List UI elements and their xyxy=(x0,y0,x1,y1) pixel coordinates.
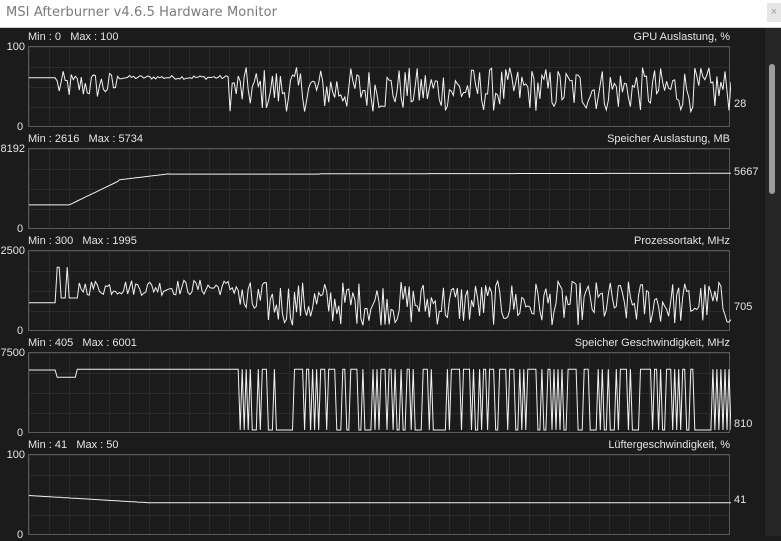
memory-clock-min: Min : 405 xyxy=(28,337,74,349)
memory-usage-title: Speicher Auslastung, MB xyxy=(607,133,730,145)
core-clock-max: Max : 1995 xyxy=(82,235,137,247)
core-clock-current: 705 xyxy=(734,301,753,313)
core-clock-ymax: 2500 xyxy=(0,245,25,257)
gpu-usage-graph-line xyxy=(29,67,731,114)
memory-usage-ymax: 8192 xyxy=(0,143,25,155)
fan-speed-plot xyxy=(28,454,731,535)
memory-usage-graph-line xyxy=(29,172,731,206)
fan-speed-ymax: 100 xyxy=(6,449,25,461)
graph-panel-core-clock: Min : 300 Max : 1995 Prozessortakt, MHz … xyxy=(0,232,765,337)
fan-speed-graph-line xyxy=(29,495,731,504)
memory-clock-graph-line xyxy=(29,368,731,431)
gpu-usage-current: 28 xyxy=(734,98,747,110)
close-icon: × xyxy=(770,6,778,18)
gpu-usage-ymax: 100 xyxy=(6,41,25,53)
window-titlebar[interactable]: MSI Afterburner v4.6.5 Hardware Monitor … xyxy=(0,0,781,28)
graph-panel-memory-usage: Min : 2616 Max : 5734 Speicher Auslastun… xyxy=(0,130,765,235)
memory-usage-minmax: Min : 2616 Max : 5734 xyxy=(28,133,143,145)
graph-trace xyxy=(29,67,731,114)
gpu-usage-minmax: Min : 0 Max : 100 xyxy=(28,31,119,43)
memory-clock-minmax: Min : 405 Max : 6001 xyxy=(28,337,137,349)
gpu-usage-min: Min : 0 xyxy=(28,31,62,43)
fan-speed-max: Max : 50 xyxy=(76,439,119,451)
gpu-usage-max: Max : 100 xyxy=(70,31,119,43)
core-clock-graph-line xyxy=(29,266,731,326)
graph-trace xyxy=(29,172,731,206)
graph-panel-fan-speed: Min : 41 Max : 50 Lüftergeschwindigkeit,… xyxy=(0,436,765,541)
fan-speed-current: 41 xyxy=(734,494,747,506)
core-clock-min: Min : 300 xyxy=(28,235,74,247)
memory-usage-min: Min : 2616 xyxy=(28,133,80,145)
fan-speed-ymin: 0 xyxy=(17,529,24,541)
vertical-scrollbar[interactable] xyxy=(765,28,781,536)
close-button[interactable]: × xyxy=(767,3,781,22)
graph-panel-gpu-usage: Min : 0 Max : 100 GPU Auslastung, % 100 … xyxy=(0,28,765,133)
gpu-usage-plot xyxy=(28,46,731,127)
window-title: MSI Afterburner v4.6.5 Hardware Monitor xyxy=(6,5,278,20)
core-clock-minmax: Min : 300 Max : 1995 xyxy=(28,235,137,247)
fan-speed-title: Lüftergeschwindigkeit, % xyxy=(608,439,730,451)
graph-trace xyxy=(29,368,731,431)
core-clock-plot xyxy=(28,250,731,331)
graph-panel-memory-clock: Min : 405 Max : 6001 Speicher Geschwindi… xyxy=(0,334,765,439)
memory-usage-max: Max : 5734 xyxy=(88,133,143,145)
memory-clock-ymax: 7500 xyxy=(0,347,25,359)
scrollbar-thumb[interactable] xyxy=(769,64,775,194)
graph-area: Min : 0 Max : 100 GPU Auslastung, % 100 … xyxy=(0,28,765,541)
memory-usage-current: 5667 xyxy=(734,166,759,178)
memory-clock-title: Speicher Geschwindigkeit, MHz xyxy=(574,337,730,349)
memory-clock-plot xyxy=(28,352,731,433)
graph-trace xyxy=(29,495,731,504)
memory-clock-max: Max : 6001 xyxy=(82,337,137,349)
memory-usage-plot xyxy=(28,148,731,229)
graph-trace xyxy=(29,266,731,326)
fan-speed-min: Min : 41 xyxy=(28,439,68,451)
core-clock-title: Prozessortakt, MHz xyxy=(634,235,730,247)
gpu-usage-title: GPU Auslastung, % xyxy=(633,31,730,43)
fan-speed-minmax: Min : 41 Max : 50 xyxy=(28,439,119,451)
memory-clock-current: 810 xyxy=(734,418,753,430)
